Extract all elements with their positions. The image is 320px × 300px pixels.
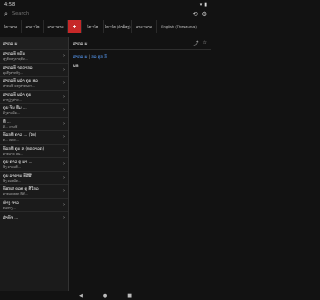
item-subtitle: ສາກລທ໌ ຂອງສາກພດາ...: [3, 84, 36, 89]
tab-lao-thai[interactable]: ລາວ→ໄທ: [22, 20, 44, 33]
definition-entry: ສາກລ ພ | ກລ ຕຸກ ກ໌ ພທ: [69, 50, 211, 72]
search-bar: ⌕ ⟲ ⚙: [4, 9, 207, 19]
tab-label: ໄທ→ລາວ: [3, 24, 18, 29]
list-item[interactable]: ຄຸນ ລາຄາພ ທ໌ສີສີ ທົງ ຄລທລ໌ກ... ›: [0, 170, 68, 185]
link-separator: |: [88, 54, 90, 59]
item-title: ສຳທ໌ຈ ...: [3, 215, 19, 221]
chevron-right-icon: ›: [63, 120, 65, 127]
recents-icon[interactable]: ■: [127, 293, 132, 299]
tab-thai-lao[interactable]: ໄທ→ລາວ: [0, 20, 22, 33]
home-icon[interactable]: ●: [103, 293, 107, 299]
share-icon[interactable]: ⤴: [194, 40, 199, 47]
item-title: ຄຸນ ຈ໌ນ ທີ່ມ ...: [3, 105, 27, 111]
tab-label: ໄທ→ໄທ: [86, 24, 99, 29]
search-input[interactable]: [12, 11, 189, 17]
list-item[interactable]: ສຳທ໌ຈ ... ›: [0, 211, 68, 225]
word-list-header[interactable]: ສາກລ ພ: [0, 37, 68, 49]
list-item[interactable]: ສາກລທ໌ ພລຳ ຄຸນ ທລ ສາກລທ໌ ຂອງສາກພດາ... ›: [0, 76, 68, 90]
wifi-icon: ▾: [199, 1, 203, 8]
back-icon[interactable]: ◀: [79, 293, 83, 299]
list-item[interactable]: ສາກລທ໌ ຈຣດາກລ ຄູເສັ້ງສາກທິງ... ›: [0, 62, 68, 77]
dictionary-tabs: ໄທ→ລາວ ລາວ→ໄທ ລາວ→ລາວ ✚ ໄທ→ໄທ ໄທ→ໄທ (ຄຳພ…: [0, 20, 211, 33]
tab-label: ລາວ→ລາວ: [135, 24, 153, 29]
item-subtitle: ຄາກລາຍ ອພ...: [3, 151, 24, 156]
history-icon[interactable]: ⟲: [193, 11, 198, 18]
tab-favorites[interactable]: ✚: [68, 20, 82, 33]
battery-icon: ▮: [204, 1, 207, 8]
tab-label: English (Thesaurus): [161, 24, 197, 29]
item-subtitle: ຄາຖຽງສາຍ...: [3, 97, 22, 102]
list-item[interactable]: ສາກລທ໌ ພລຳ ຄຸນ ຄາຖຽງສາຍ... ›: [0, 89, 68, 104]
chevron-right-icon: ›: [63, 107, 65, 114]
tab-lao-lao[interactable]: ລາວ→ລາວ: [44, 20, 68, 33]
item-title: ຄຸນ ລາຄາພ ທ໌ສີສີ: [3, 172, 32, 178]
item-subtitle: ຄັງຄາວລ໌ພ...: [3, 111, 20, 116]
status-bar: 4:58 ▾ ▮: [0, 0, 211, 9]
entry-meaning: ພທ: [73, 63, 79, 68]
tab-label: ລາວ→ລາວ: [47, 24, 64, 29]
chevron-right-icon: ›: [63, 174, 65, 181]
tab-lao-lao-2[interactable]: ລາວ→ລາວ: [132, 20, 157, 33]
status-time: 4:58: [4, 1, 16, 8]
status-icons: ▾ ▮: [200, 2, 207, 8]
definition-panel: ສາກລ ພ ⤴ ☆ ສາກລ ພ | ກລ ຕຸກ ກ໌ ພທ: [68, 37, 211, 300]
entry-link-1[interactable]: ສາກລ ພ: [73, 54, 87, 59]
item-subtitle: ກ... ຄຄນ...: [3, 138, 19, 143]
item-subtitle: ທົງ ຄາວລທ໌...: [3, 165, 21, 170]
list-item[interactable]: ຄຸນ ຄາວ ຄູ ພາ ... ທົງ ຄາວລທ໌... ›: [0, 157, 68, 171]
item-title: ທ໌ລກທີ ຄາວ ... (ໄທ): [3, 132, 37, 138]
item-subtitle: ຄູເສັ້ງສາກທິງ...: [3, 70, 23, 75]
entry-title: ສາກລ ພ: [73, 40, 88, 46]
tab-english-thesaurus[interactable]: English (Thesaurus): [157, 20, 201, 33]
chevron-right-icon: ›: [63, 215, 65, 222]
item-subtitle: ທົງ ຄລທລ໌ກ...: [3, 178, 22, 183]
item-subtitle: ສູງກ໌ຂອງຣາຊທິດ...: [3, 57, 28, 62]
chevron-right-icon: ›: [63, 134, 65, 141]
item-title: ສາກລທ໌ ຈຣດາກລ: [3, 64, 33, 70]
item-title: ສາກລທ໌ ທຣ໌ນ: [3, 51, 26, 57]
bookmark-icon: ✚: [72, 24, 77, 29]
chevron-right-icon: ›: [63, 201, 65, 208]
chevron-right-icon: ›: [63, 66, 65, 73]
list-item[interactable]: ຄຸນ ຈ໌ນ ທີ່ມ ... ຄັງຄາວລ໌ພ... ›: [0, 103, 68, 117]
list-item[interactable]: ຫ່າງ ຈາລ ກລທາງ... ›: [0, 197, 68, 212]
system-nav-bar: ◀ ● ■: [0, 291, 211, 300]
chevron-right-icon: ›: [63, 147, 65, 154]
item-subtitle: ຄັ... ດາວທ໌: [3, 124, 18, 129]
tab-label: ໄທ→ໄທ (ຄຳພ້ອງ): [104, 24, 131, 29]
item-title: ສາກລທ໌ ພລຳ ຄຸນ: [3, 91, 32, 97]
search-icon[interactable]: ⌕: [4, 10, 12, 19]
word-list: ສາກລ ພ ສາກລທ໌ ທຣ໌ນ ສູງກ໌ຂອງຣາຊທິດ... › ສາກ…: [0, 37, 68, 300]
item-title: ທ໌ສກສ ຄລທ ຄຸ ທີ່ໃກລ: [3, 186, 39, 192]
list-item[interactable]: ທ໌ລກທີ ຄາວ ... (ໄທ) ກ... ຄຄນ... ›: [0, 130, 68, 144]
list-item[interactable]: ທ໌ສກສ ຄລທ ຄຸ ທີ່ໃກລ ຄາກລະອອກ ທີ່ສີ... ›: [0, 184, 68, 198]
tab-thai-thai[interactable]: ໄທ→ໄທ: [82, 20, 104, 33]
tab-label: ລາວ→ໄທ: [25, 24, 40, 29]
chevron-right-icon: ›: [63, 188, 65, 195]
item-title: ສາກລທ໌ ພລຳ ຄຸນ ທລ: [3, 78, 38, 84]
list-item[interactable]: ສາກລທ໌ ທຣ໌ນ ສູງກ໌ຂອງຣາຊທິດ... ›: [0, 49, 68, 63]
definition-header: ສາກລ ພ ⤴ ☆: [69, 37, 211, 49]
entry-actions: ⤴ ☆: [194, 40, 208, 47]
item-subtitle: ຄາກລະອອກ ທີ່ສີ...: [3, 192, 28, 197]
chevron-right-icon: ›: [63, 80, 65, 87]
item-title: ທ໌ລກທີ ຄຸນ ຂ (ທຣດາລກ): [3, 145, 45, 151]
chevron-right-icon: ›: [63, 53, 65, 60]
list-item[interactable]: ທ໌ລກທີ ຄຸນ ຂ (ທຣດາລກ) ຄາກລາຍ ອພ... ›: [0, 143, 68, 158]
entry-link-2[interactable]: ກລ ຕຸກ ກ໌: [91, 54, 107, 59]
item-title: ຫ່າງ ຈາລ: [3, 199, 19, 205]
list-item[interactable]: ທີ່ ... ຄັ... ດາວທ໌ ›: [0, 116, 68, 131]
chevron-right-icon: ›: [63, 161, 65, 168]
item-subtitle: ກລທາງ...: [3, 205, 16, 210]
item-title: ທີ່ ...: [3, 118, 11, 124]
chevron-right-icon: ›: [63, 93, 65, 100]
star-icon[interactable]: ☆: [203, 40, 207, 47]
item-title: ຄຸນ ຄາວ ຄູ ພາ ...: [3, 159, 33, 165]
settings-icon[interactable]: ⚙: [202, 11, 207, 18]
tab-thai-synonyms[interactable]: ໄທ→ໄທ (ຄຳພ້ອງ): [104, 20, 132, 33]
